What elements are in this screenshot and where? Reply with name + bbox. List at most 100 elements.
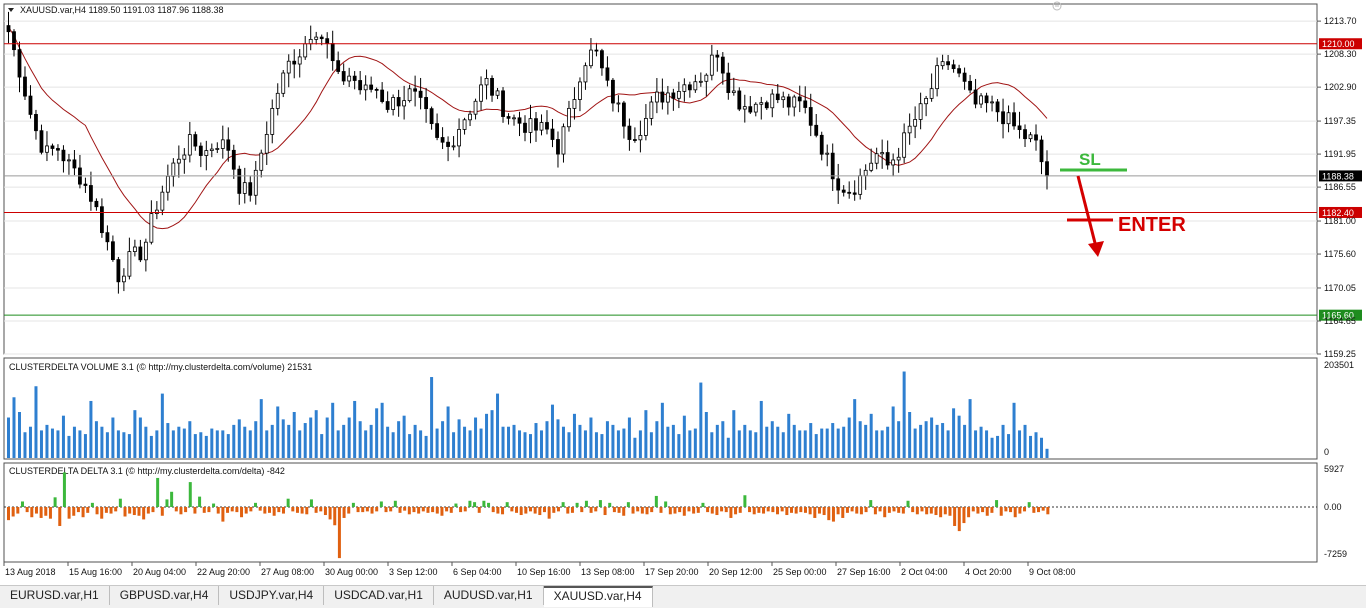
volume-panel[interactable]: CLUSTERDELTA VOLUME 3.1 (© http://my.clu… [3, 357, 1354, 460]
delta-bar [710, 507, 714, 514]
candle-body [341, 71, 346, 82]
candle-body [336, 60, 341, 72]
candle-body [176, 158, 181, 164]
volume-bar [638, 430, 642, 458]
delta-bar [473, 502, 477, 507]
candle-body [149, 213, 154, 243]
delta-bar [626, 502, 630, 507]
volume-bar [353, 400, 357, 458]
volume-bar [199, 432, 203, 458]
volume-bar [979, 426, 983, 458]
delta-bar [612, 507, 616, 513]
delta-bar [850, 507, 854, 512]
delta-bar [1037, 507, 1041, 513]
candle-body [616, 102, 621, 105]
delta-tick-label: 0.00 [1324, 502, 1342, 512]
volume-bar [259, 399, 263, 458]
delta-bar [58, 507, 62, 526]
candle-body [891, 159, 896, 166]
delta-bar [594, 507, 598, 512]
time-tick-label: 27 Aug 08:00 [261, 567, 314, 577]
candle-body [72, 159, 77, 169]
candle-body [698, 80, 703, 83]
delta-bar [757, 507, 761, 513]
volume-bar [913, 428, 917, 458]
delta-bar [794, 507, 798, 514]
time-tick-label: 27 Sep 16:00 [837, 567, 891, 577]
candle-body [638, 135, 643, 141]
volume-bar [1001, 424, 1005, 458]
candle-body [534, 118, 538, 131]
candle-body [792, 96, 797, 108]
volume-bar [408, 434, 412, 458]
delta-tick-label: 5927 [1324, 464, 1344, 474]
volume-bar [726, 437, 730, 458]
candle-body [231, 149, 236, 170]
tab-audusd-var-h1[interactable]: AUDUSD.var,H1 [434, 586, 544, 605]
volume-bar [539, 430, 543, 458]
volume-bar [331, 402, 335, 458]
candle-body [825, 152, 830, 155]
volume-bar [419, 430, 423, 458]
candle-body [737, 90, 742, 110]
delta-bar [123, 507, 127, 517]
chart-canvas[interactable]: 1210.001188.381182.401165.60 1213.701208… [0, 0, 1366, 585]
candle-body [1023, 129, 1027, 140]
volume-bar [83, 434, 87, 458]
tab-gbpusd-var-h4[interactable]: GBPUSD.var,H4 [110, 586, 220, 605]
candle-body [121, 275, 126, 283]
volume-bar [336, 430, 340, 458]
candle-body [979, 95, 983, 105]
delta-bar [654, 495, 658, 507]
volume-bar [457, 419, 461, 458]
delta-bar [235, 507, 239, 513]
delta-bar [403, 507, 407, 511]
volume-bar [523, 432, 527, 458]
tab-xauusd-var-h4[interactable]: XAUUSD.var,H4 [543, 586, 653, 607]
delta-bar [356, 507, 360, 513]
candle-body [682, 84, 687, 92]
candle-body [413, 88, 418, 92]
delta-bar [1041, 507, 1045, 511]
delta-bar [314, 507, 318, 513]
volume-bar [809, 423, 813, 458]
time-tick-label: 30 Aug 00:00 [325, 567, 378, 577]
tab-usdcad-var-h1[interactable]: USDCAD.var,H1 [324, 586, 434, 605]
candle-body [611, 79, 615, 104]
level-price-label: 1188.38 [1322, 171, 1354, 181]
delta-bar [729, 507, 733, 518]
delta-bar [505, 502, 509, 507]
volume-bar [748, 430, 752, 458]
symbol-info-text: XAUUSD.var,H4 1189.50 1191.03 1187.96 11… [20, 5, 223, 15]
delta-bar [659, 507, 663, 513]
delta-bar [734, 507, 738, 515]
chart-window[interactable]: 1210.00 1188.38 1182.40 1165.60 1213.70 1208… [0, 0, 1366, 608]
candle-body [187, 134, 192, 156]
price-panel[interactable]: 1210.001188.381182.401165.60 1213.701208… [3, 1, 1362, 359]
delta-panel[interactable]: CLUSTERDELTA DELTA 3.1 (© http://my.clus… [3, 462, 1347, 563]
delta-bar [1027, 502, 1031, 507]
delta-bar [128, 507, 132, 514]
delta-bar [589, 507, 593, 513]
candle-body [89, 185, 93, 202]
volume-bar [550, 404, 554, 458]
delta-bar [174, 507, 178, 512]
candle-body [770, 93, 775, 109]
delta-bar [207, 507, 211, 513]
volume-bar [776, 426, 780, 458]
candle-body [165, 175, 170, 193]
volume-bar [166, 423, 170, 458]
volume-bar [622, 428, 626, 458]
delta-bar [482, 500, 486, 507]
delta-bar [389, 507, 393, 512]
candle-body [286, 60, 291, 74]
tab-eurusd-var-h1[interactable]: EURUSD.var,H1 [0, 586, 110, 605]
volume-bar [1040, 437, 1044, 458]
delta-bar [636, 507, 640, 512]
price-tick-label: 1170.05 [1324, 283, 1356, 293]
tab-usdjpy-var-h4[interactable]: USDJPY.var,H4 [219, 586, 325, 605]
delta-bar [929, 507, 933, 514]
delta-bar [53, 497, 57, 507]
delta-bar [109, 507, 113, 514]
candle-body [67, 159, 71, 162]
